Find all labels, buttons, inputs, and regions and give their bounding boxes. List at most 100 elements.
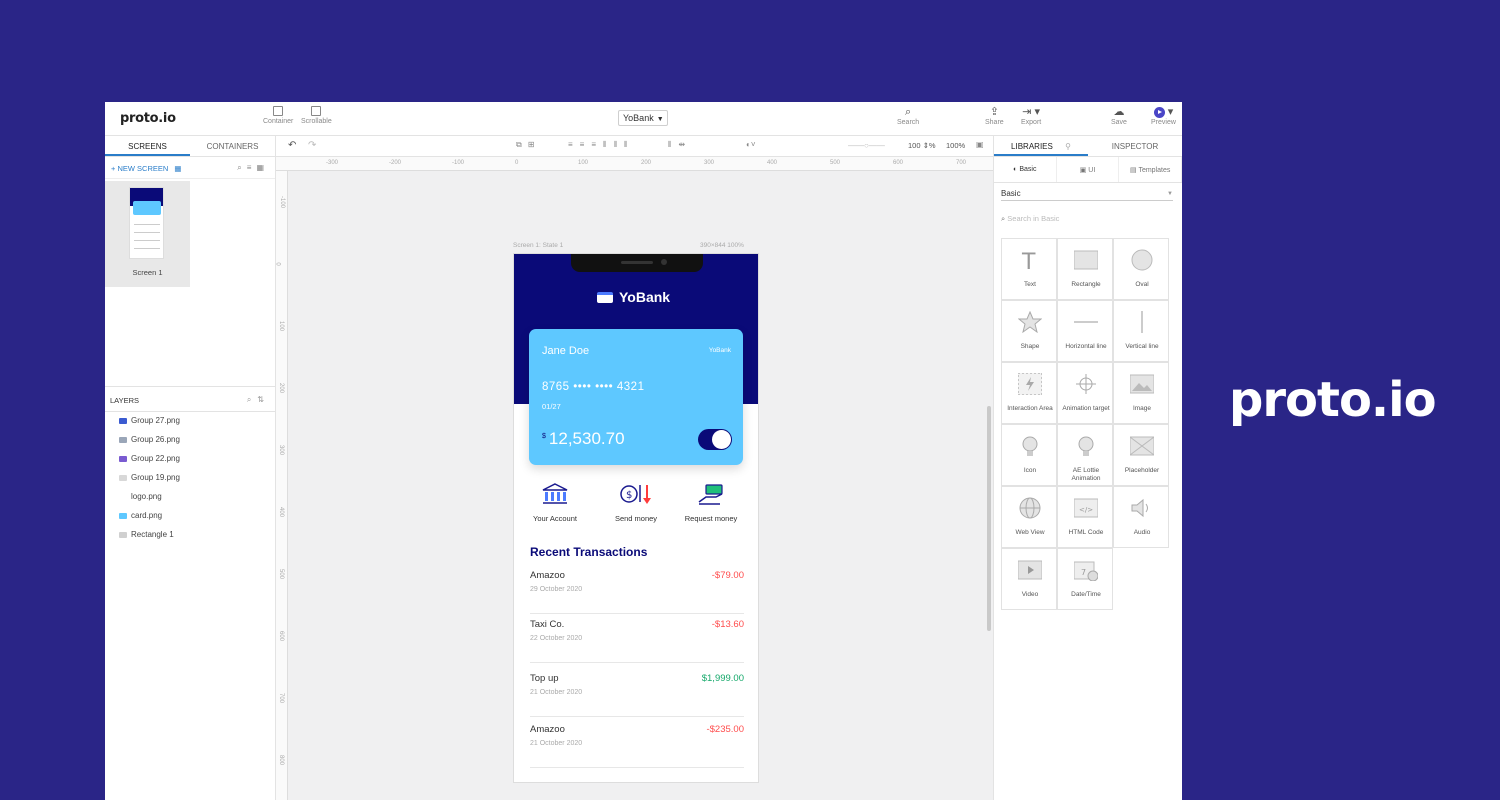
request-money-button[interactable]: Request money xyxy=(671,482,751,523)
layer-item[interactable]: Group 22.png xyxy=(119,454,180,463)
container-button[interactable]: Container xyxy=(263,106,293,125)
date-time-icon: 7 xyxy=(1074,561,1098,581)
component-icon[interactable]: Icon xyxy=(1001,424,1057,486)
component-interaction-area[interactable]: Interaction Area xyxy=(1001,362,1057,424)
fit-screen-icon[interactable]: ▣ xyxy=(976,140,984,149)
tab-libraries[interactable]: LIBRARIES ⚲ xyxy=(994,136,1088,156)
component-oval[interactable]: Oval xyxy=(1113,238,1169,300)
top-toolbar: proto.io Container Scrollable YoBank ▼ ⌕ … xyxy=(105,102,1182,136)
shape-icon xyxy=(1018,311,1042,333)
screen-thumbnail[interactable]: Screen 1 xyxy=(105,181,190,287)
state-label: Screen 1: State 1 xyxy=(513,242,564,249)
component-vertical-line[interactable]: Vertical line xyxy=(1113,300,1169,362)
component-horizontal-line[interactable]: Horizontal line xyxy=(1057,300,1113,362)
app-logo[interactable]: proto.io xyxy=(120,111,176,126)
transaction-row[interactable]: Taxi Co. 22 October 2020 -$13.60 xyxy=(530,619,744,663)
mask-icon[interactable]: ◐˅ xyxy=(746,140,756,149)
layer-name: Group 19.png xyxy=(131,473,180,482)
send-money-button[interactable]: $ Send money xyxy=(596,482,676,523)
component-label: Shape xyxy=(1020,343,1040,350)
share-button[interactable]: ⇪ Share xyxy=(985,106,1004,126)
zoom-reset[interactable]: 100% xyxy=(946,141,965,150)
ruler-tick: 0 xyxy=(274,262,281,266)
subtab-basic[interactable]: ◐ Basic xyxy=(994,157,1057,182)
sort-icon[interactable]: ⇅ xyxy=(257,395,270,404)
transaction-name: Amazoo xyxy=(530,724,565,735)
component-rectangle[interactable]: Rectangle xyxy=(1057,238,1113,300)
layer-item[interactable]: logo.png xyxy=(119,492,162,501)
new-screen-button[interactable]: + NEW SCREEN ▦ ⌕≡▦ xyxy=(105,157,275,179)
layer-thumbnail xyxy=(119,512,127,519)
oval-icon xyxy=(1131,249,1153,271)
component-label: Oval xyxy=(1135,281,1149,288)
project-select[interactable]: YoBank ▼ xyxy=(618,110,668,126)
bank-card[interactable]: Jane Doe YoBank 8765 •••• •••• 4321 01/2… xyxy=(529,329,743,465)
subtab-templates[interactable]: ▤ Templates xyxy=(1119,157,1182,182)
component-image[interactable]: Image xyxy=(1113,362,1169,424)
transaction-row[interactable]: Top up 21 October 2020 $1,999.00 xyxy=(530,673,744,717)
play-icon xyxy=(1153,106,1165,118)
component-html-code[interactable]: </> HTML Code xyxy=(1057,486,1113,548)
canvas[interactable]: ↶ ↷ ⧉⊞ ≡≡≡⦀⦀⦀ ⫴⇹ ◐˅ ——○—— 100 ⇕% 100% ▣ … xyxy=(274,136,993,800)
component-label: HTML Code xyxy=(1068,529,1104,536)
card-toggle[interactable] xyxy=(698,429,732,450)
app-window: proto.io Container Scrollable YoBank ▼ ⌕ … xyxy=(105,102,1182,800)
component-video[interactable]: Video xyxy=(1001,548,1057,610)
layer-item[interactable]: Rectangle 1 xyxy=(119,530,174,539)
tab-containers[interactable]: CONTAINERS xyxy=(190,136,275,156)
component-animation-target[interactable]: Animation target xyxy=(1057,362,1113,424)
ruler-tick: 700 xyxy=(956,160,967,166)
distribute-tools[interactable]: ⫴⇹ xyxy=(668,140,692,150)
component-text[interactable]: T Text xyxy=(1001,238,1057,300)
transaction-row[interactable]: Amazoo 21 October 2020 -$235.00 xyxy=(530,724,744,768)
library-search[interactable]: ⌕ Search in Basic xyxy=(1001,214,1059,224)
svg-text:$: $ xyxy=(626,490,632,501)
component-label: Web View xyxy=(1015,529,1045,536)
tab-screens[interactable]: SCREENS xyxy=(105,136,190,156)
scrollable-button[interactable]: Scrollable xyxy=(301,106,332,125)
library-select[interactable]: Basic ▼ xyxy=(1001,189,1173,201)
align-tools[interactable]: ≡≡≡⦀⦀⦀ xyxy=(568,140,635,150)
card-expiry: 01/27 xyxy=(542,402,561,411)
left-tabs: SCREENS CONTAINERS xyxy=(105,136,275,157)
component-ae-lottie-animation[interactable]: AE Lottie Animation xyxy=(1057,424,1113,486)
component-audio[interactable]: Audio xyxy=(1113,486,1169,548)
animation-target-icon xyxy=(1076,374,1096,394)
component-shape[interactable]: Shape xyxy=(1001,300,1057,362)
redo-icon[interactable]: ↷ xyxy=(308,140,316,151)
layer-thumbnail xyxy=(119,417,127,424)
layer-name: Group 22.png xyxy=(131,454,180,463)
vertical-line-icon xyxy=(1141,311,1143,333)
layer-item[interactable]: Group 27.png xyxy=(119,416,180,425)
vertical-scrollbar[interactable] xyxy=(987,406,991,631)
bank-logo[interactable]: YoBank xyxy=(597,289,670,305)
phone-screen[interactable]: YoBank Jane Doe YoBank 8765 •••• •••• 43… xyxy=(513,253,759,783)
layer-item[interactable]: Group 26.png xyxy=(119,435,180,444)
transaction-row[interactable]: Amazoo 29 October 2020 -$79.00 xyxy=(530,570,744,614)
layer-item[interactable]: Group 19.png xyxy=(119,473,180,482)
right-panel: LIBRARIES ⚲ INSPECTOR ◐ Basic ▣ UI ▤ Tem… xyxy=(993,136,1182,800)
state-size: 390×844 100% xyxy=(700,242,744,249)
export-button[interactable]: ⇥ ▾ Export xyxy=(1021,106,1041,126)
component-web-view[interactable]: Web View xyxy=(1001,486,1057,548)
undo-icon[interactable]: ↶ xyxy=(288,140,296,151)
pin-icon[interactable]: ⚲ xyxy=(1065,142,1071,151)
ruler-tick: 300 xyxy=(704,160,715,166)
layer-item[interactable]: card.png xyxy=(119,511,162,520)
layer-thumbnail xyxy=(119,436,127,443)
tab-inspector[interactable]: INSPECTOR xyxy=(1088,136,1182,156)
recent-transactions-title: Recent Transactions xyxy=(530,545,648,559)
search-icon[interactable]: ⌕ xyxy=(237,163,246,172)
component-placeholder[interactable]: Placeholder xyxy=(1113,424,1169,486)
zoom-slider[interactable]: ——○—— xyxy=(848,141,885,150)
grid-view-icon[interactable]: ▦ xyxy=(256,163,269,172)
subtab-ui[interactable]: ▣ UI xyxy=(1057,157,1120,182)
group-tools[interactable]: ⧉⊞ xyxy=(516,140,540,150)
preview-button[interactable]: ▾ Preview xyxy=(1151,106,1176,126)
search-button[interactable]: ⌕ Search xyxy=(897,106,919,126)
save-button[interactable]: ☁ Save xyxy=(1111,106,1127,126)
your-account-button[interactable]: Your Account xyxy=(515,482,595,523)
list-view-icon[interactable]: ≡ xyxy=(247,163,257,172)
component-date-time[interactable]: 7 Date/Time xyxy=(1057,548,1113,610)
search-icon[interactable]: ⌕ xyxy=(247,395,257,404)
